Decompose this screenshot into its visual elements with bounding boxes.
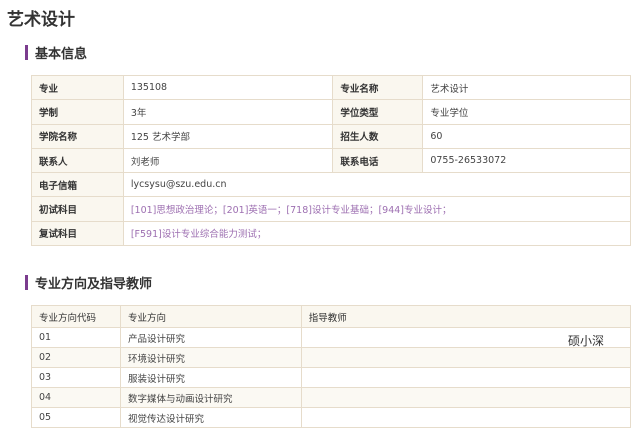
retest-link[interactable]: [F591]设计专业综合能力测试； <box>122 220 632 247</box>
basic-info-table: 专业 135108 专业名称 艺术设计 学制 3年 学位类型 专业学位 学院名称… <box>31 74 632 247</box>
direction-code: 04 <box>31 387 121 408</box>
major-code-value: 135108 <box>122 74 334 101</box>
table-row: 学院名称 125 艺术学部 招生人数 60 <box>31 123 631 149</box>
table-row: 03 服装设计研究 <box>31 367 632 388</box>
email-label: 电子信箱 <box>31 172 124 198</box>
major-name-label: 专业名称 <box>332 74 424 101</box>
direction-advisor <box>300 407 632 428</box>
school-label: 学院名称 <box>31 123 124 149</box>
direction-name: 环境设计研究 <box>119 347 302 368</box>
table-header-row: 专业方向代码 专业方向 指导教师 <box>31 305 632 328</box>
direction-code: 05 <box>31 407 121 428</box>
section-title: 基本信息 <box>35 47 88 62</box>
duration-label: 学制 <box>31 99 124 125</box>
section-basic-info: 基本信息 <box>25 43 87 62</box>
degree-type-value: 专业学位 <box>422 99 631 125</box>
phone-value: 0755-26533072 <box>422 147 631 174</box>
initial-exam-label: 初试科目 <box>31 196 124 222</box>
direction-name: 产品设计研究 <box>119 327 302 348</box>
direction-name: 数字媒体与动画设计研究 <box>119 387 302 408</box>
enrollment-label: 招生人数 <box>332 123 424 149</box>
retest-label: 复试科目 <box>31 220 124 247</box>
school-value: 125 艺术学部 <box>122 123 334 149</box>
phone-label: 联系电话 <box>332 147 424 174</box>
section-title: 专业方向及指导教师 <box>35 277 153 292</box>
degree-type-label: 学位类型 <box>332 99 424 125</box>
table-row: 初试科目 [101]思想政治理论；[201]英语一；[718]设计专业基础；[9… <box>31 196 632 222</box>
table-row: 专业 135108 专业名称 艺术设计 <box>31 74 631 101</box>
direction-name: 视觉传达设计研究 <box>119 407 302 428</box>
contact-value: 刘老师 <box>122 147 334 174</box>
table-row: 02 环境设计研究 <box>31 347 632 368</box>
table-row: 电子信箱 lycsysu@szu.edu.cn <box>31 172 632 198</box>
email-value[interactable]: lycsysu@szu.edu.cn <box>122 172 632 198</box>
major-code-label: 专业 <box>31 74 124 101</box>
section-accent-bar <box>25 45 28 60</box>
duration-value: 3年 <box>122 99 334 125</box>
watermark: 硕小深 <box>568 334 605 348</box>
table-row: 复试科目 [F591]设计专业综合能力测试； <box>31 220 632 247</box>
direction-name: 服装设计研究 <box>119 367 302 388</box>
direction-advisor <box>300 367 632 388</box>
column-header-direction: 专业方向 <box>119 305 302 328</box>
direction-code: 02 <box>31 347 121 368</box>
initial-exam-link[interactable]: [101]思想政治理论；[201]英语一；[718]设计专业基础；[944]专业… <box>122 196 632 222</box>
directions-table: 专业方向代码 专业方向 指导教师 01 产品设计研究 02 环境设计研究 03 … <box>31 305 632 428</box>
table-row: 学制 3年 学位类型 专业学位 <box>31 99 631 125</box>
page-title: 艺术设计 <box>7 10 75 30</box>
direction-advisor <box>300 387 632 408</box>
enrollment-value: 60 <box>422 123 631 149</box>
table-row: 05 视觉传达设计研究 <box>31 407 632 428</box>
section-accent-bar <box>25 275 28 290</box>
column-header-advisor: 指导教师 <box>300 305 632 328</box>
major-name-value: 艺术设计 <box>422 74 631 101</box>
direction-advisor <box>300 347 632 368</box>
direction-code: 03 <box>31 367 121 388</box>
table-row: 联系人 刘老师 联系电话 0755-26533072 <box>31 147 631 174</box>
contact-label: 联系人 <box>31 147 124 174</box>
table-row: 04 数字媒体与动画设计研究 <box>31 387 632 408</box>
column-header-code: 专业方向代码 <box>31 305 121 328</box>
section-directions: 专业方向及指导教师 <box>25 273 152 292</box>
table-row: 01 产品设计研究 <box>31 327 632 348</box>
direction-code: 01 <box>31 327 121 348</box>
